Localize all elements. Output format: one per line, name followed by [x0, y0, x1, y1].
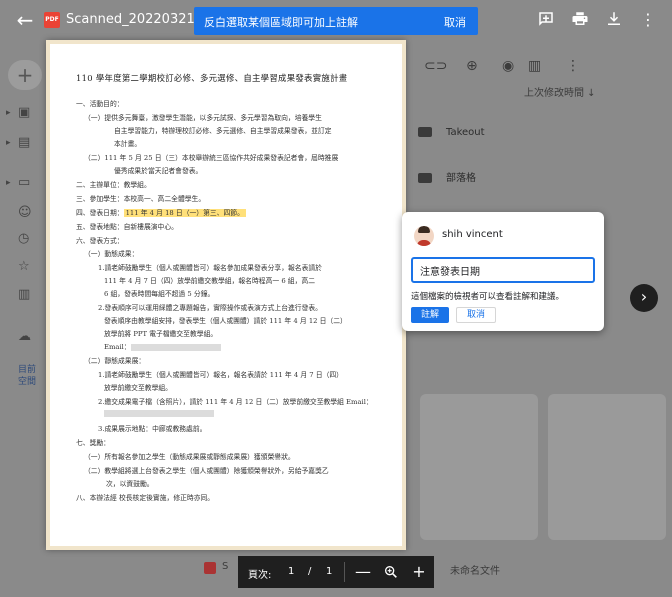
doc-line: 本計畫。: [114, 140, 142, 148]
doc-line: 三、參加學生：本校高一、高二全體學生。: [76, 195, 206, 203]
doc-line: （一）動態成果：: [84, 250, 139, 258]
page-separator: /: [308, 566, 312, 577]
expand-caret-icon[interactable]: ▸: [6, 106, 14, 120]
new-button[interactable]: +: [8, 60, 42, 90]
document-title: 110 學年度第二學期校訂必修、多元選修、自主學習成果發表實施計畫: [76, 73, 348, 83]
viewer-topbar: ← PDF Scanned_20220321-1016.pdf 反白選取某個區域…: [0, 0, 672, 40]
comment-input[interactable]: [411, 257, 595, 283]
trash-icon[interactable]: ▥: [18, 288, 36, 302]
doc-line: 五、發表地點：自新樓展演中心。: [76, 223, 178, 231]
starred-icon[interactable]: ☆: [18, 260, 36, 274]
shared-icon[interactable]: ☺: [18, 206, 36, 220]
doc-line: 優秀成果於當天記者會發表。: [114, 167, 203, 175]
chevron-right-icon[interactable]: ›: [630, 284, 658, 312]
add-comment-icon[interactable]: [536, 10, 556, 30]
redacted-email: [104, 409, 214, 417]
commenter-name: shih vincent: [442, 229, 503, 240]
doc-line-label: 四、發表日期：: [76, 209, 124, 217]
doc-line: 發表順序由教學組安排，發表學生（個人或團體）請於 111 年 4 月 12 日（…: [104, 317, 347, 325]
doc-line: 二、主辦單位：教學組。: [76, 181, 151, 189]
avatar: [414, 226, 434, 246]
doc-line: 6 組，發表時間每組不超過 5 分鐘。: [104, 290, 215, 298]
doc-line: （二）教學組將選上台發表之學生（個人或團體）除獲頒榮譽狀外，另給予嘉獎乙: [84, 467, 329, 475]
shared-drive-icon[interactable]: ▤: [18, 136, 36, 150]
email-label: Email：: [104, 343, 131, 351]
preview-icon[interactable]: ◉: [502, 58, 514, 74]
footer-file-label: S: [222, 561, 229, 572]
footer-file-name[interactable]: 未命名文件: [450, 562, 500, 577]
back-arrow-icon[interactable]: ←: [14, 9, 36, 31]
more-options-icon[interactable]: ⋮: [638, 10, 658, 30]
doc-line: 放學前繳交至教學組。: [104, 384, 172, 392]
doc-line: 2.發表順序可以運用綵體之專題報告，實際操作或表演方式上台進行發表。: [98, 304, 322, 312]
doc-line: Email：: [104, 341, 221, 351]
sort-label[interactable]: 上次修改時間 ↓: [524, 84, 596, 99]
zoom-in-icon[interactable]: +: [408, 561, 430, 583]
file-card[interactable]: [548, 394, 666, 540]
comment-visibility-note: 這個檔案的檢視者可以查看註解和建議。: [411, 292, 565, 302]
download-icon[interactable]: [604, 10, 624, 30]
file-card[interactable]: [420, 394, 538, 540]
banner-message: 反白選取某個區域即可加上註解: [204, 16, 358, 29]
print-icon[interactable]: [570, 10, 590, 30]
storage-text: 目前 空間: [18, 365, 37, 387]
doc-line: 1.請老師鼓勵學生（個人或團體皆可）報名，報名表請於 111 年 4 月 7 日…: [98, 371, 343, 379]
pdf-file-icon: [204, 562, 216, 574]
pdf-page[interactable]: 110 學年度第二學期校訂必修、多元選修、自主學習成果發表實施計畫 一、活動目的…: [46, 40, 406, 550]
more-icon[interactable]: ⋮: [566, 58, 580, 74]
doc-line: 自主學習能力，特辦理校訂必修、多元選修、自主學習成果發表，並訂定: [114, 127, 332, 135]
drive-icon[interactable]: ▣: [18, 106, 36, 120]
redacted-email: [130, 343, 221, 351]
folder-item[interactable]: 部落格: [408, 168, 670, 190]
share-icon[interactable]: ⊕: [466, 58, 478, 74]
doc-line: （一）所有報名參加之學生（動態成果展或靜態成果展）獲頒榮譽狀。: [84, 453, 295, 461]
doc-line: 111 年 4 月 7 日（四）放學前繳交教學組，報名時程高一 6 組，高二: [104, 277, 315, 285]
doc-line: （二）111 年 5 月 25 日（三）本校舉辦統三區協作共好成果發表記者會，屆…: [84, 154, 339, 162]
zoom-out-icon[interactable]: —: [352, 561, 374, 583]
doc-line: 放學前將 PPT 電子檔繳交至教學組。: [104, 330, 218, 338]
expand-caret-icon[interactable]: ▸: [6, 136, 14, 150]
highlighted-date[interactable]: 111 年 4 月 18 日（一）第三、四節。: [123, 209, 246, 217]
folder-icon: [418, 173, 432, 183]
comment-mode-banner: 反白選取某個區域即可加上註解 取消: [194, 7, 478, 35]
banner-cancel-button[interactable]: 取消: [444, 14, 466, 30]
page-label: 頁次:: [248, 570, 272, 581]
page-navigator: 頁次: 1 / 1 — +: [238, 556, 434, 588]
recent-icon[interactable]: ◷: [18, 232, 36, 246]
delete-icon[interactable]: ▥: [528, 58, 541, 74]
doc-line: 2.繳交成果電子檔（含照片），請於 111 年 4 月 12 日（二）放學前繳交…: [98, 398, 373, 406]
pager-divider: [344, 562, 345, 582]
doc-line: 六、發表方式：: [76, 237, 124, 245]
doc-line: 1.請老師鼓勵學生（個人或團體皆可）報名參加成果發表分享，報名表請於: [98, 264, 322, 272]
zoom-reset-icon[interactable]: [380, 561, 402, 583]
doc-line: 八、本辦法經 校長核定後實施，修正時亦同。: [76, 494, 215, 502]
submit-comment-button[interactable]: 註解: [411, 307, 449, 323]
folder-item[interactable]: Takeout: [408, 122, 670, 144]
doc-line: [104, 409, 214, 417]
doc-line: 七、獎勵：: [76, 439, 110, 447]
total-pages: 1: [326, 566, 333, 577]
pdf-file-icon: PDF: [44, 12, 60, 28]
cancel-comment-button[interactable]: 取消: [456, 307, 496, 323]
doc-line: 一、活動目的：: [76, 100, 124, 108]
storage-icon[interactable]: ☁: [18, 330, 36, 344]
computers-icon[interactable]: ▭: [18, 176, 36, 190]
link-icon[interactable]: ⊂⊃: [424, 58, 447, 74]
current-page-input[interactable]: 1: [288, 566, 294, 577]
comment-popup: shih vincent 這個檔案的檢視者可以查看註解和建議。 註解 取消: [402, 212, 604, 331]
doc-line: （一）提供多元舞臺，激發學生潛能，以多元試探、多元學習為取向，培養學生: [84, 114, 322, 122]
doc-line: 次，以資鼓勵。: [106, 480, 154, 488]
doc-line: （二）靜態成果展：: [84, 357, 146, 365]
folder-icon: [418, 127, 432, 137]
doc-line: 3.成果展示地點：中廊或教務處前。: [98, 425, 207, 433]
expand-caret-icon[interactable]: ▸: [6, 176, 14, 190]
doc-line: 四、發表日期： 111 年 4 月 18 日（一）第三、四節。: [76, 207, 246, 217]
